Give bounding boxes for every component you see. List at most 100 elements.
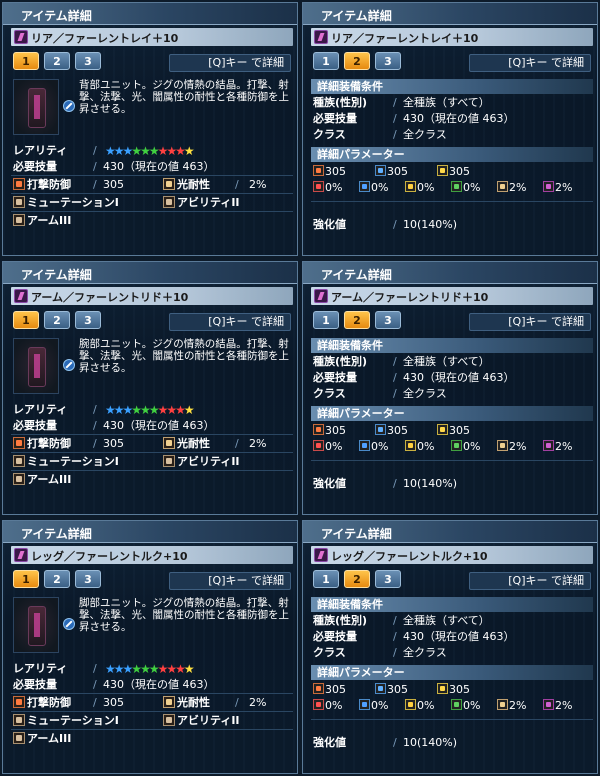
detail-params-header: 詳細パラメーター xyxy=(311,406,593,421)
striking-def-stat: 打撃防御 xyxy=(13,177,71,193)
tab-3[interactable]: 3 xyxy=(75,52,101,70)
dark-res-icon-glyph xyxy=(546,184,551,189)
tab-1[interactable]: 1 xyxy=(13,52,39,70)
race-label: 種族(性別) xyxy=(313,355,368,368)
tab-2[interactable]: 2 xyxy=(44,52,70,70)
tab-3[interactable]: 3 xyxy=(75,311,101,329)
rarity-label: レアリティ xyxy=(13,403,68,416)
tab-1[interactable]: 1 xyxy=(313,311,339,329)
affix-icon xyxy=(13,214,25,226)
resistance-value: 2% xyxy=(509,181,527,194)
armor-unit-icon xyxy=(14,289,28,303)
race-row: 種族(性別) / 全種族（すべて） xyxy=(313,95,593,111)
separator: / xyxy=(393,112,397,125)
defense-value-cell: 305 xyxy=(313,424,346,438)
tab-3[interactable]: 3 xyxy=(375,311,401,329)
q-key-detail-hint[interactable]: [Q]キー で詳細 xyxy=(169,313,291,331)
q-key-detail-hint[interactable]: [Q]キー で詳細 xyxy=(169,54,291,72)
affix-icon-glyph xyxy=(16,458,22,464)
q-key-detail-hint[interactable]: [Q]キー で詳細 xyxy=(469,572,591,590)
requirement-value: 430（現在の値 463） xyxy=(403,630,515,643)
tech-res-icon xyxy=(405,699,416,710)
rarity-star-icon: ★ xyxy=(105,144,116,158)
stat-row: 打撃防御 / 305 光耐性 / 2% xyxy=(13,695,293,711)
affix-arm: アームIII xyxy=(13,731,71,747)
tab-1[interactable]: 1 xyxy=(313,52,339,70)
resistance-value: 0% xyxy=(463,699,481,712)
tab-1[interactable]: 1 xyxy=(313,570,339,588)
tab-2[interactable]: 2 xyxy=(344,311,370,329)
resistance-value-cell: 2% xyxy=(497,440,526,454)
q-key-detail-hint[interactable]: [Q]キー で詳細 xyxy=(469,313,591,331)
dark-res-icon-glyph xyxy=(546,443,551,448)
tab-1[interactable]: 1 xyxy=(13,311,39,329)
item-name-bar: リア／ファーレントレイ＋10 xyxy=(311,28,593,46)
rarity-star-icon: ★ xyxy=(113,662,125,676)
defense-value-cell: 305 xyxy=(375,165,408,179)
rarity-star-icon: ★ xyxy=(140,144,151,158)
enhance-row: 強化値 / 10(140%) xyxy=(313,735,593,751)
tech-res-icon-glyph xyxy=(408,443,413,448)
affix-ability: アビリティII xyxy=(163,195,240,211)
tab-1[interactable]: 1 xyxy=(13,570,39,588)
panel-header: アイテム詳細 xyxy=(3,262,297,284)
item-name-bar: アーム／ファーレントリド＋10 xyxy=(11,287,293,305)
resistance-value-cell: 2% xyxy=(497,181,526,195)
separator: / xyxy=(235,437,239,450)
rarity-star-icon: ★ xyxy=(166,403,177,417)
resistance-value-cell: 0% xyxy=(313,440,342,454)
tab-2[interactable]: 2 xyxy=(44,311,70,329)
separator: / xyxy=(93,144,97,157)
rarity-label: レアリティ xyxy=(13,662,68,675)
tab-3[interactable]: 3 xyxy=(75,570,101,588)
rarity-star-icon: ★ xyxy=(105,662,116,676)
divider xyxy=(11,693,293,694)
resistance-value: 0% xyxy=(371,440,389,453)
rarity-star-icon: ★ xyxy=(183,144,195,158)
tab-2[interactable]: 2 xyxy=(344,570,370,588)
tech-res-icon-glyph xyxy=(408,702,413,707)
fire-res-icon-glyph xyxy=(454,702,459,707)
q-key-detail-hint[interactable]: [Q]キー で詳細 xyxy=(469,54,591,72)
separator: / xyxy=(393,96,397,109)
ranged-def-icon-glyph xyxy=(378,427,383,432)
tech-def-icon-glyph xyxy=(440,168,445,173)
resistance-value-cell: 0% xyxy=(359,181,388,195)
resistance-value: 0% xyxy=(325,181,343,194)
tab-2[interactable]: 2 xyxy=(44,570,70,588)
striking-def-icon xyxy=(13,178,25,190)
resistance-value: 0% xyxy=(371,699,389,712)
item-description: 背部ユニット。ジグの情熱の結晶。打撃、射撃、法撃、光、闇属性の耐性と各種防御を上… xyxy=(79,79,289,115)
affix-icon-glyph xyxy=(16,199,22,205)
armor-unit-image xyxy=(28,606,46,646)
tab-3[interactable]: 3 xyxy=(375,570,401,588)
resistance-value-cell: 0% xyxy=(451,440,480,454)
affix-icon-glyph xyxy=(16,217,22,223)
equip-conditions-header: 詳細装備条件 xyxy=(311,597,593,612)
affix-arm: アームIII xyxy=(13,472,71,488)
separator: / xyxy=(93,160,97,173)
rarity-star-icon: ★ xyxy=(131,144,142,158)
resistance-value: 2% xyxy=(555,440,573,453)
rarity-row: レアリティ / ★★★★★★★★★★ xyxy=(13,661,293,677)
armor-unit-image xyxy=(28,347,46,387)
rarity-star-icon: ★ xyxy=(105,403,116,417)
q-key-detail-hint[interactable]: [Q]キー で詳細 xyxy=(169,572,291,590)
light-res-icon xyxy=(163,178,175,190)
ranged-def-icon-glyph xyxy=(378,686,383,691)
item-detail-panel: アイテム詳細 アーム／ファーレントリド＋10 1 2 3 [Q]キー で詳細 詳細装備条件種… xyxy=(302,261,598,515)
class-value: 全クラス xyxy=(403,128,447,141)
requirement-value: 430（現在の値 463） xyxy=(103,678,215,691)
resistance-value: 2% xyxy=(555,699,573,712)
rarity-star-icon: ★ xyxy=(183,403,195,417)
tab-2[interactable]: 2 xyxy=(344,52,370,70)
separator: / xyxy=(93,419,97,432)
defense-value: 305 xyxy=(387,424,408,437)
item-image xyxy=(13,597,59,653)
resistance-value-cell: 0% xyxy=(313,181,342,195)
separator: / xyxy=(393,371,397,384)
tab-3[interactable]: 3 xyxy=(375,52,401,70)
defense-value-cell: 305 xyxy=(375,424,408,438)
item-description: 腕部ユニット。ジグの情熱の結晶。打撃、射撃、法撃、光、闇属性の耐性と各種防御を上… xyxy=(79,338,289,374)
affix-slot: アームIII xyxy=(13,731,293,747)
